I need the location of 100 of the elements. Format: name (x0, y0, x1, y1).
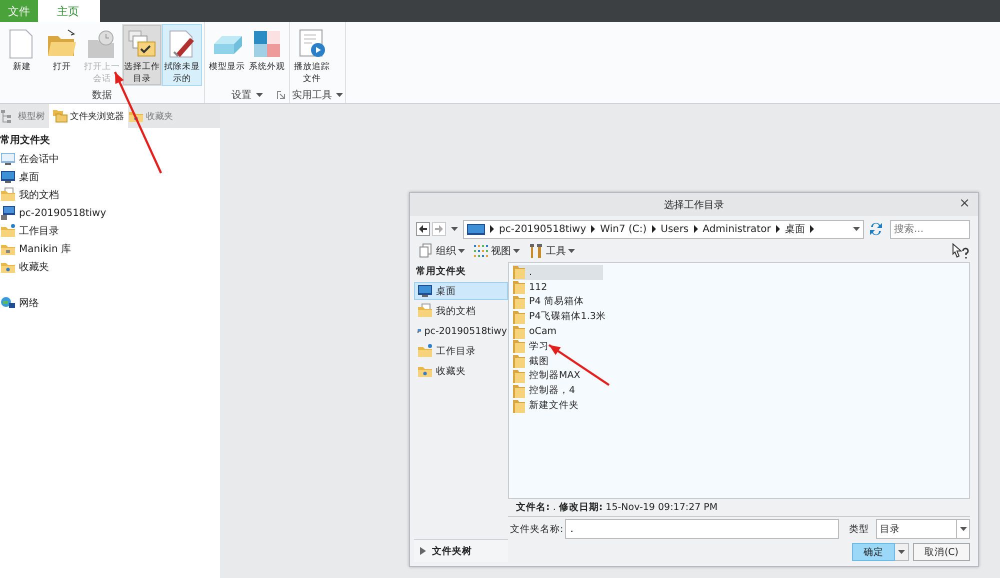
close-button[interactable]: × (959, 197, 970, 211)
network-icon (0, 295, 16, 311)
caret-icon (898, 550, 905, 554)
folder-row[interactable]: 控制器MAX (513, 368, 603, 384)
folder-item[interactable]: 工作目录 (414, 342, 508, 360)
section-heading: 常用文件夹 (415, 264, 467, 279)
folder-item[interactable]: 我的文档 (0, 186, 220, 204)
folder-row[interactable]: 截图 (513, 354, 603, 369)
ribbon-button[interactable]: 系统外观 (247, 24, 287, 86)
ribbon-button[interactable]: 选择工作目录 (122, 24, 162, 86)
caret-icon (256, 92, 262, 96)
folder-icon (0, 223, 16, 239)
chevron-icon (694, 225, 698, 233)
ribbon-button[interactable]: 新建 (2, 24, 42, 86)
caret-icon (568, 249, 575, 253)
folder-item[interactable]: 工作目录 (0, 222, 220, 240)
folder-icon (513, 384, 525, 398)
split-dropdown-button[interactable] (895, 543, 909, 561)
folder-item[interactable]: 收藏夹 (414, 362, 508, 380)
panel-tab[interactable]: 文件夹浏览器 (49, 104, 128, 128)
annotation-arrow (548, 344, 610, 386)
folder-row[interactable]: 控制器，4 (513, 383, 603, 398)
folder-item[interactable]: 桌面 (0, 168, 220, 186)
grid-icon (473, 243, 489, 259)
monitor-icon (0, 169, 16, 185)
folder-row[interactable]: 学习 (513, 338, 603, 354)
panel-tab[interactable]: 模型树 (0, 104, 49, 128)
monitor-icon (417, 283, 433, 299)
folder-row[interactable]: 新建文件夹 (513, 398, 603, 413)
tools-icon (528, 243, 544, 259)
group-label[interactable]: 设置 (232, 88, 252, 102)
monitor-icon (0, 151, 16, 167)
section-heading: 常用文件夹 (0, 134, 51, 148)
ribbon-button[interactable]: 模型显示 (207, 24, 247, 86)
breadcrumb-item[interactable]: 桌面 (784, 222, 805, 236)
folder-icon (513, 339, 525, 354)
dialog-title: 选择工作目录 (664, 198, 724, 212)
folder-item[interactable]: pc-20190518tiwy (414, 322, 508, 340)
dialog-button[interactable]: 取消(C) (913, 543, 970, 561)
folder-icon (513, 294, 525, 309)
chevron-icon (776, 225, 780, 233)
ribbon-button[interactable]: 打开 (42, 24, 82, 86)
type-dropdown[interactable]: 目录 (876, 519, 970, 539)
breadcrumb-item[interactable]: Users (660, 224, 689, 234)
ribbon-button[interactable]: 拭除未显示的 (162, 24, 202, 86)
monitor-icon (467, 222, 485, 236)
computer-icon (0, 205, 16, 221)
folder-icon (513, 398, 525, 413)
caret-icon (451, 227, 458, 231)
caret-icon (853, 227, 860, 231)
folder-row[interactable]: . (513, 265, 603, 280)
help-cursor-icon (952, 243, 970, 259)
folder-row[interactable]: P4飞碟箱体1.3米 (513, 309, 609, 324)
folder-item[interactable]: Manikin 库 (0, 240, 220, 258)
folder-icon (513, 354, 525, 368)
folder-icon (513, 368, 525, 383)
group-label[interactable]: 实用工具 (292, 88, 332, 102)
folder-row[interactable]: P4 简易箱体 (513, 294, 603, 310)
folders-icon (52, 108, 68, 124)
breadcrumb-item[interactable]: Win7 (C:) (600, 224, 647, 234)
folder-icon (513, 310, 525, 324)
chevron-icon (652, 225, 656, 233)
toolbar-button[interactable]: 视图 (473, 243, 520, 259)
folder-item[interactable]: 桌面 (414, 282, 508, 300)
forward-icon (432, 222, 446, 236)
folder-item[interactable]: 收藏夹 (0, 258, 220, 276)
folder-icon (513, 280, 525, 294)
folder-icon (513, 324, 525, 339)
folder-item[interactable]: pc-20190518tiwy (0, 204, 220, 222)
breadcrumb-item[interactable]: pc-20190518tiwy (499, 224, 586, 234)
field-label: 类型 (849, 522, 870, 536)
dialog-button[interactable]: 确定 (852, 543, 895, 561)
folder-name-field[interactable]: . (565, 519, 840, 539)
folder-item[interactable]: 网络 (0, 294, 220, 312)
toolbar-button[interactable]: 组织 (418, 243, 465, 259)
panel-tab[interactable]: 收藏夹 (128, 104, 177, 128)
folder-tree-toggle[interactable]: 文件夹树 (414, 540, 508, 562)
refresh-icon (868, 221, 884, 237)
breadcrumb-item[interactable]: Administrator (702, 224, 771, 234)
folder-row[interactable]: 112 (513, 280, 603, 295)
field-label: 文件夹名称: (509, 522, 564, 536)
folder-row[interactable]: oCam (513, 324, 603, 339)
launcher-icon (277, 91, 285, 99)
caret-icon (960, 527, 966, 531)
folder-icon (417, 343, 433, 359)
folder-item[interactable]: 我的文档 (414, 302, 508, 320)
file-details: 文件名: . 修改日期: 15-Nov-19 09:17:27 PM (508, 499, 970, 517)
chevron-icon (490, 225, 494, 233)
caret-icon (458, 249, 465, 253)
search-field[interactable]: 搜索... (890, 220, 970, 238)
ribbon-button[interactable]: 播放追踪文件 (292, 24, 332, 86)
chevron-icon (810, 225, 814, 233)
caret-icon (336, 92, 343, 96)
toolbar-button[interactable]: 工具 (528, 243, 575, 259)
pages-icon (418, 243, 434, 259)
folder-item[interactable]: 在会话中 (0, 150, 220, 168)
group-label: 数据 (92, 88, 112, 102)
folder-icon (513, 265, 525, 280)
address-bar[interactable]: pc-20190518tiwy Win7 (C:) Users Administrator 桌面 (463, 220, 864, 238)
color-swatch-icon (251, 28, 283, 60)
